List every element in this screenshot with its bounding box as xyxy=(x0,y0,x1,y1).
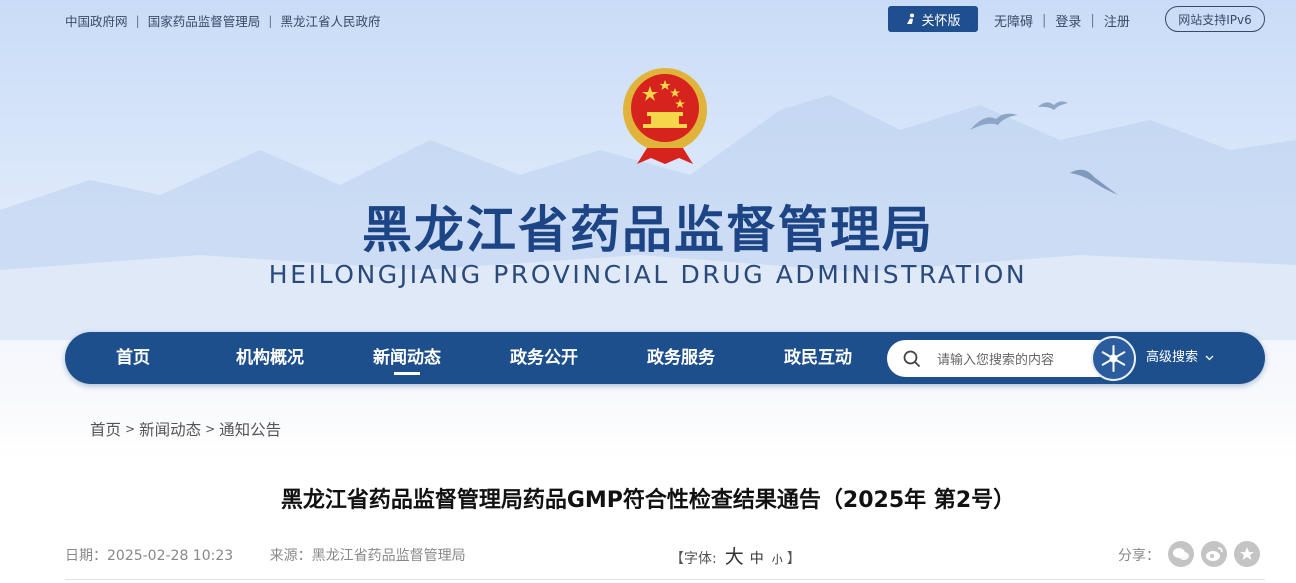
snowflake-icon xyxy=(1101,345,1126,372)
share-label: 分享： xyxy=(1118,548,1160,564)
search-icon xyxy=(903,350,921,368)
article-date: 日期：2025-02-28 10:23 xyxy=(65,548,234,564)
breadcrumb-separator: > xyxy=(205,422,216,436)
search-box xyxy=(887,340,1117,377)
site-title-cn: 黑龙江省药品监督管理局 xyxy=(362,200,934,259)
breadcrumb-notices[interactable]: 通知公告 xyxy=(219,418,281,440)
divider: | xyxy=(135,13,140,28)
weibo-share-icon[interactable] xyxy=(1201,541,1227,567)
divider: | xyxy=(1090,13,1095,28)
advanced-search-link[interactable]: 高级搜索 xyxy=(1146,332,1214,384)
article-title: 黑龙江省药品监督管理局药品GMP符合性检查结果通告（2025年 第2号） xyxy=(280,488,1016,513)
search-button[interactable] xyxy=(1091,336,1136,381)
person-icon xyxy=(907,13,915,24)
link-hlj-gov[interactable]: 黑龙江省人民政府 xyxy=(280,11,380,30)
ipv6-badge: 网站支持IPv6 xyxy=(1165,6,1265,32)
favorite-share-icon[interactable] xyxy=(1234,541,1260,567)
site-title-en: HEILONGJIANG PROVINCIAL DRUG ADMINISTRAT… xyxy=(268,260,1028,289)
register-link[interactable]: 注册 xyxy=(1104,11,1130,30)
breadcrumb: 首页 > 新闻动态 > 通知公告 xyxy=(90,418,281,440)
national-emblem-icon xyxy=(623,68,707,164)
nav-item-home[interactable]: 首页 xyxy=(93,332,173,384)
font-size-medium[interactable]: 中 xyxy=(750,548,764,568)
nav-item-gov-affairs[interactable]: 政务公开 xyxy=(499,332,589,384)
account-links: 无障碍 | 登录 | 注册 xyxy=(994,11,1130,30)
font-size-close: 】 xyxy=(786,551,801,567)
nav-item-news[interactable]: 新闻动态 xyxy=(362,332,452,384)
divider-line xyxy=(65,579,1265,580)
login-link[interactable]: 登录 xyxy=(1055,11,1081,30)
divider: | xyxy=(268,13,273,28)
breadcrumb-news[interactable]: 新闻动态 xyxy=(139,418,201,440)
wechat-share-icon[interactable] xyxy=(1168,541,1194,567)
nav-item-interaction[interactable]: 政民互动 xyxy=(773,332,863,384)
article-source: 来源：黑龙江省药品监督管理局 xyxy=(269,548,466,564)
font-size-switcher: 【字体: 大 中 小 】 xyxy=(670,542,801,569)
nav-item-about[interactable]: 机构概况 xyxy=(225,332,315,384)
accessibility-link[interactable]: 无障碍 xyxy=(994,11,1033,30)
font-size-large[interactable]: 大 xyxy=(725,542,744,569)
care-mode-button[interactable]: 关怀版 xyxy=(888,6,978,32)
font-size-label: 【字体: xyxy=(670,551,717,567)
chevron-down-icon xyxy=(1205,355,1214,360)
nav-item-services[interactable]: 政务服务 xyxy=(636,332,726,384)
divider: | xyxy=(1042,13,1047,28)
breadcrumb-home[interactable]: 首页 xyxy=(90,418,121,440)
advanced-search-label: 高级搜索 xyxy=(1146,350,1199,365)
link-gov-cn[interactable]: 中国政府网 xyxy=(65,11,128,30)
link-nmpa[interactable]: 国家药品监督管理局 xyxy=(148,11,261,30)
main-nav: 首页 机构概况 新闻动态 政务公开 政务服务 政民互动 高级搜索 xyxy=(65,332,1265,384)
top-links: 中国政府网 | 国家药品监督管理局 | 黑龙江省人民政府 xyxy=(65,11,380,30)
care-mode-label: 关怀版 xyxy=(921,13,961,29)
search-input[interactable] xyxy=(935,348,1109,372)
article-meta: 日期：2025-02-28 10:23 来源：黑龙江省药品监督管理局 xyxy=(65,545,466,565)
breadcrumb-separator: > xyxy=(125,422,136,436)
birds-decoration xyxy=(970,101,1118,195)
font-size-small[interactable]: 小 xyxy=(772,551,783,567)
